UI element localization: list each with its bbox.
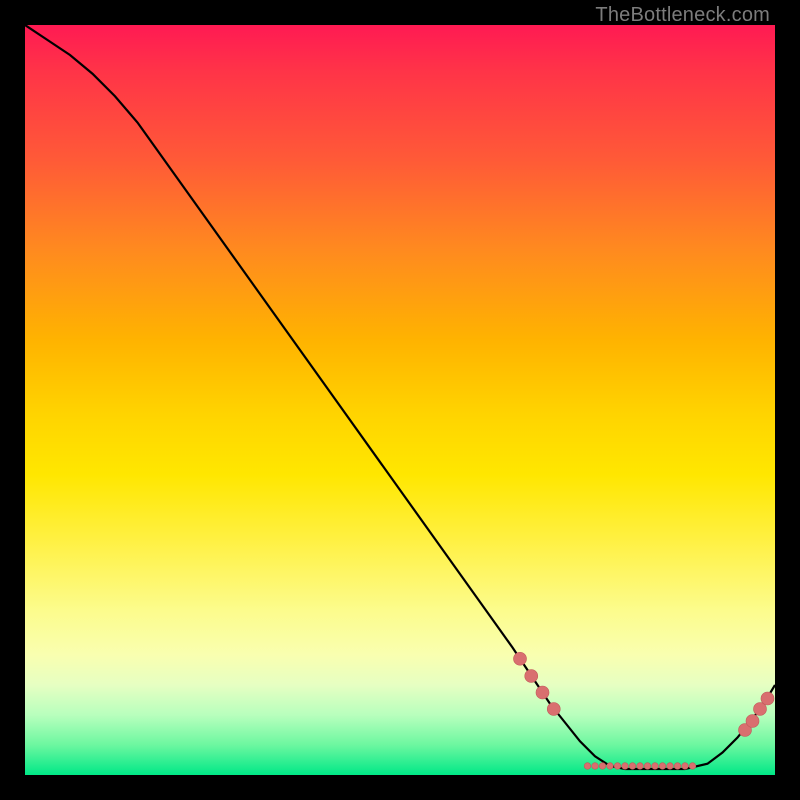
data-marker	[674, 763, 681, 770]
data-marker	[667, 763, 674, 770]
data-marker	[746, 715, 759, 728]
data-marker	[652, 763, 659, 770]
data-marker	[536, 686, 549, 699]
data-marker	[584, 763, 591, 770]
chart-svg	[25, 25, 775, 775]
data-marker	[607, 763, 614, 770]
data-marker	[682, 763, 689, 770]
data-marker	[525, 670, 538, 683]
data-marker	[599, 763, 606, 770]
data-marker	[644, 763, 651, 770]
data-marker	[592, 763, 599, 770]
data-marker	[629, 763, 636, 770]
data-marker	[761, 692, 774, 705]
bottleneck-curve	[25, 25, 775, 769]
data-marker	[622, 763, 629, 770]
watermark-text: TheBottleneck.com	[595, 4, 770, 27]
data-marker	[614, 763, 621, 770]
data-marker	[547, 703, 560, 716]
data-marker	[659, 763, 666, 770]
data-marker	[689, 763, 696, 770]
data-marker	[514, 652, 527, 665]
data-marker	[637, 763, 644, 770]
plot-area	[25, 25, 775, 775]
chart-container: TheBottleneck.com	[0, 0, 800, 800]
